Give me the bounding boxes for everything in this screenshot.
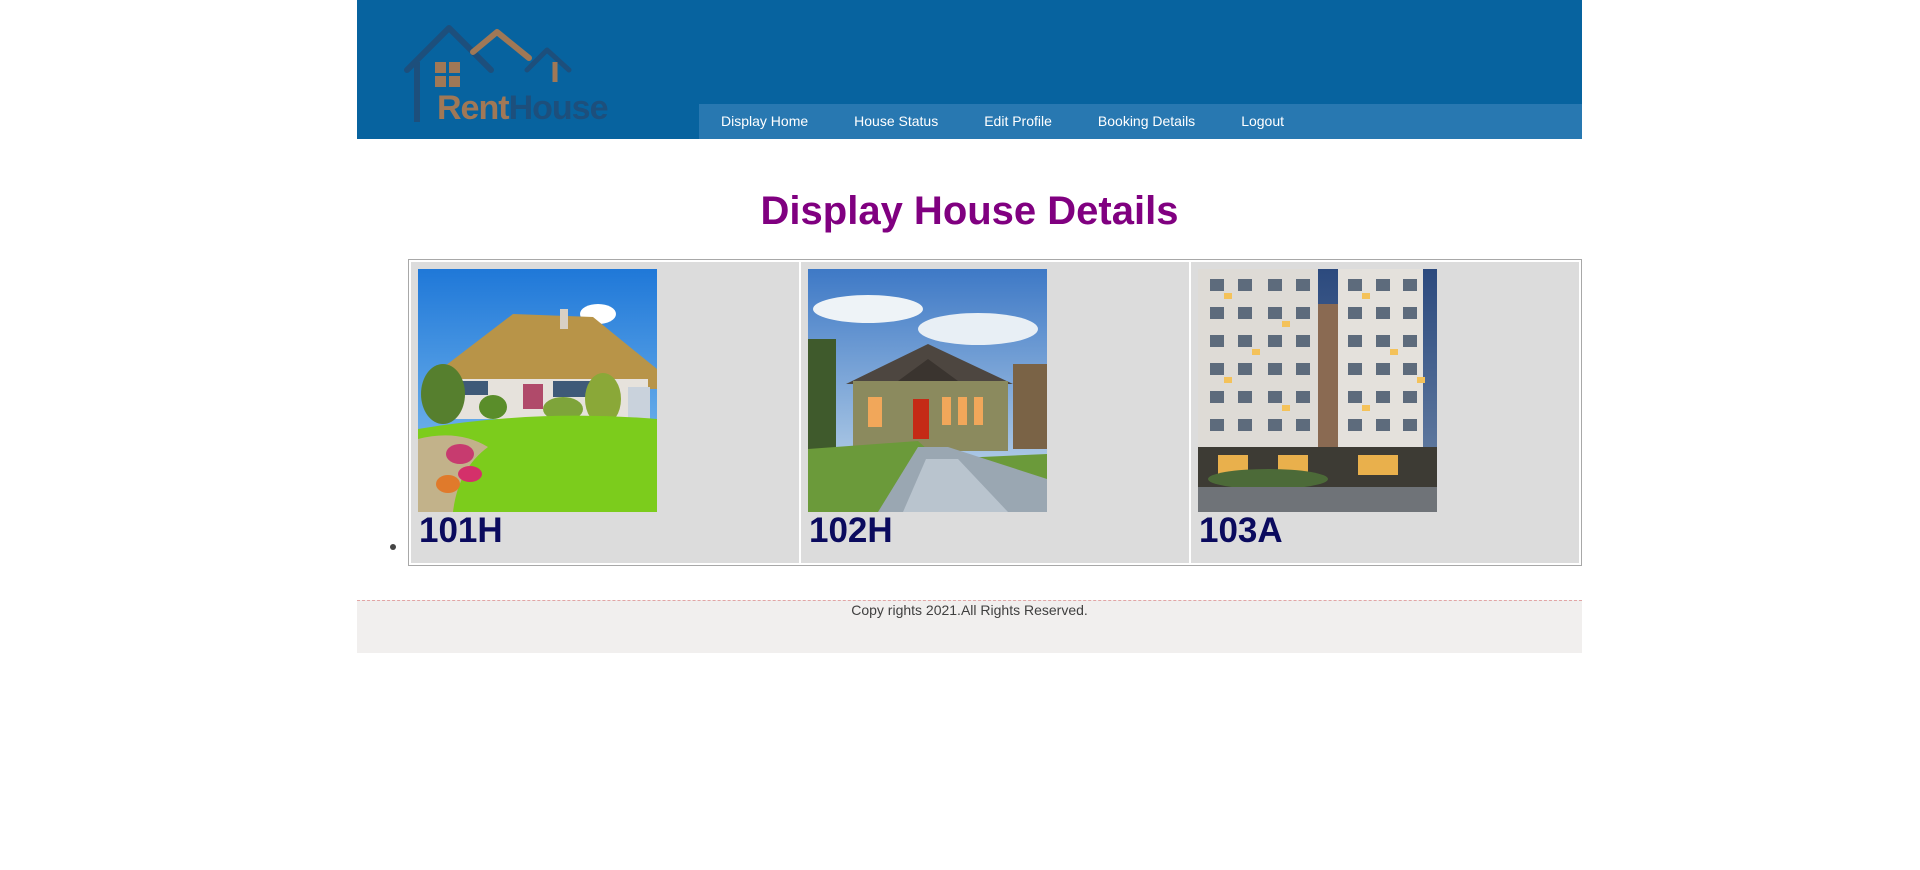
nav-booking-details[interactable]: Booking Details — [1076, 104, 1219, 139]
house-table: 101H 102H 103A — [408, 259, 1582, 566]
house-id[interactable]: 103A — [1199, 511, 1283, 551]
house-image[interactable] — [418, 269, 657, 512]
logo-wordmark: RentHouse — [437, 89, 609, 127]
nav-house-status[interactable]: House Status — [832, 104, 962, 139]
nav-display-home[interactable]: Display Home — [699, 104, 832, 139]
house-photo-102H — [808, 269, 1047, 512]
site-footer: Copy rights 2021.All Rights Reserved. — [357, 600, 1582, 653]
house-image[interactable] — [808, 269, 1047, 512]
house-card[interactable]: 103A — [1191, 262, 1579, 563]
nav-edit-profile[interactable]: Edit Profile — [962, 104, 1076, 139]
main-content: Display House Details 101H 102H 103A — [357, 139, 1582, 600]
page-wrapper: RentHouse Display Home House Status Edit… — [357, 0, 1582, 653]
house-photo-101H — [418, 269, 657, 512]
house-card[interactable]: 101H — [411, 262, 799, 563]
logo-text-house: House — [508, 89, 609, 127]
house-image[interactable] — [1198, 269, 1437, 512]
house-id[interactable]: 102H — [809, 511, 893, 551]
copyright-text: Copy rights 2021.All Rights Reserved. — [851, 602, 1088, 618]
apartment-photo-103A — [1198, 269, 1437, 512]
nav-logout[interactable]: Logout — [1219, 104, 1308, 139]
renthouse-logo[interactable]: RentHouse — [399, 22, 608, 130]
main-nav: Display Home House Status Edit Profile B… — [699, 104, 1582, 139]
site-header: RentHouse Display Home House Status Edit… — [357, 0, 1582, 139]
house-id[interactable]: 101H — [419, 511, 503, 551]
page-title: Display House Details — [760, 189, 1179, 233]
logo-text-rent: Rent — [437, 89, 510, 127]
house-card[interactable]: 102H — [801, 262, 1189, 563]
list-bullet — [390, 544, 396, 550]
